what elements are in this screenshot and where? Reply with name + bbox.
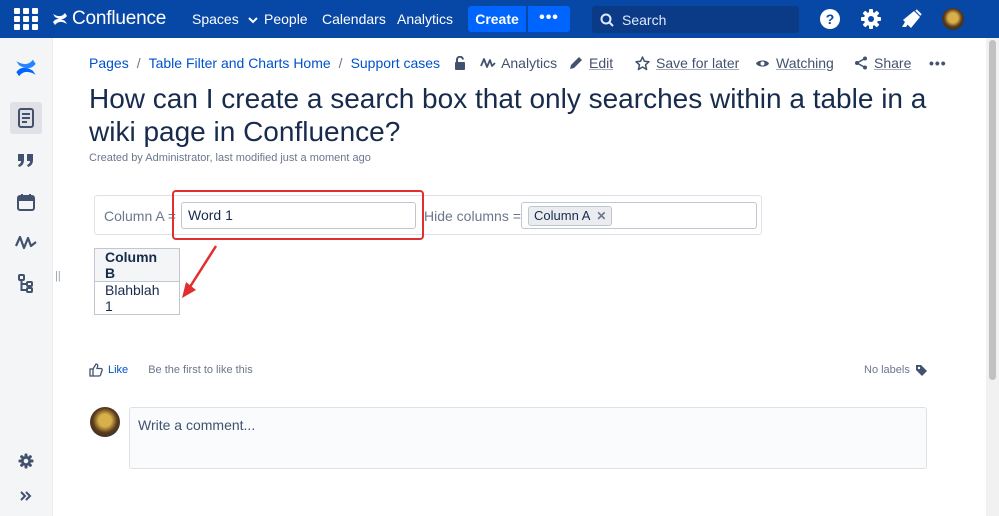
- remove-tag-icon[interactable]: ✕: [596, 207, 606, 225]
- column-a-filter-input[interactable]: Word 1: [181, 202, 416, 229]
- breadcrumb: Pages / Table Filter and Charts Home / S…: [89, 54, 557, 72]
- hide-columns-select[interactable]: Column A ✕: [521, 202, 757, 229]
- search-placeholder: Search: [622, 11, 667, 28]
- breadcrumb-separator: /: [338, 55, 343, 71]
- breadcrumb-support-cases[interactable]: Support cases: [351, 55, 441, 71]
- share-icon: [855, 56, 867, 70]
- hide-columns-label: Hide columns =: [424, 208, 521, 224]
- edit-button[interactable]: Edit: [569, 54, 613, 72]
- left-sidebar: [0, 38, 53, 516]
- analytics-label: Analytics: [501, 55, 558, 71]
- watching-button[interactable]: Watching: [755, 54, 834, 72]
- settings-gear-icon[interactable]: [859, 8, 883, 30]
- data-table: Column B Blahblah 1: [94, 248, 180, 315]
- sidebar-settings[interactable]: [10, 445, 42, 477]
- vertical-scrollbar[interactable]: [986, 38, 999, 516]
- unlock-icon[interactable]: [454, 55, 466, 71]
- no-labels-text: No labels: [864, 364, 910, 376]
- like-summary: Be the first to like this: [148, 364, 253, 376]
- confluence-logo-icon: [16, 59, 36, 77]
- page-byline: Created by Administrator, last modified …: [89, 152, 371, 164]
- table-header-row: Column B: [94, 248, 180, 282]
- search-icon: [600, 13, 614, 27]
- chevron-down-icon: [247, 17, 258, 24]
- eye-icon: [756, 60, 769, 66]
- confluence-logo-icon: [53, 13, 67, 25]
- notifications-megaphone-icon[interactable]: [900, 8, 924, 30]
- table-row: Blahblah 1: [94, 281, 180, 315]
- breadcrumb-table-filter-home[interactable]: Table Filter and Charts Home: [149, 55, 331, 71]
- save-for-later-label: Save for later: [656, 55, 740, 71]
- more-actions-label: •••: [929, 55, 947, 71]
- nav-spaces-label: Spaces: [192, 11, 239, 27]
- user-avatar[interactable]: [942, 8, 964, 30]
- app-switcher-grid-icon[interactable]: [14, 8, 38, 30]
- sidebar-analytics[interactable]: [10, 226, 42, 258]
- nav-people[interactable]: People: [264, 0, 308, 38]
- thumbs-up-icon[interactable]: [89, 363, 103, 377]
- more-actions-button[interactable]: •••: [929, 54, 947, 72]
- svg-text:?: ?: [826, 11, 835, 27]
- calendar-icon: [17, 194, 35, 211]
- annotation-arrow-icon: [182, 245, 218, 298]
- confluence-logo-text: Confluence: [72, 8, 167, 29]
- sidebar-expand[interactable]: [10, 480, 42, 512]
- settings-gear-icon: [18, 453, 34, 469]
- hide-columns-tag: Column A ✕: [528, 206, 613, 226]
- pages-icon: [18, 108, 34, 128]
- column-a-filter-label: Column A =: [104, 208, 176, 224]
- sidebar-calendar[interactable]: [10, 186, 42, 218]
- pencil-icon: [570, 57, 582, 69]
- sidebar-resize-handle[interactable]: ||: [55, 270, 61, 282]
- help-icon[interactable]: ?: [818, 8, 842, 30]
- like-link[interactable]: Like: [108, 364, 128, 376]
- hide-columns-tag-label: Column A: [534, 208, 591, 223]
- scrollbar-thumb[interactable]: [989, 40, 996, 380]
- watching-label: Watching: [776, 55, 834, 71]
- table-cell: Blahblah 1: [94, 281, 180, 315]
- expand-chevron-icon: [20, 491, 32, 501]
- page-tree-icon: [18, 274, 33, 293]
- create-more-button[interactable]: •••: [528, 6, 570, 32]
- star-icon: [635, 55, 650, 70]
- sidebar-blog[interactable]: [10, 144, 42, 176]
- analytics-link[interactable]: Analytics: [480, 55, 557, 71]
- nav-spaces[interactable]: Spaces: [192, 0, 258, 38]
- like-row: Like Be the first to like this: [89, 363, 253, 377]
- labels-row: No labels: [864, 363, 928, 377]
- create-button[interactable]: Create: [468, 6, 526, 32]
- nav-calendars[interactable]: Calendars: [322, 0, 386, 38]
- breadcrumb-separator: /: [136, 55, 141, 71]
- blog-quote-icon: [18, 154, 33, 167]
- top-navigation-bar: Confluence Spaces People Calendars Analy…: [0, 0, 999, 38]
- nav-analytics[interactable]: Analytics: [397, 0, 453, 38]
- comment-user-avatar: [90, 407, 120, 437]
- analytics-icon: [15, 235, 37, 250]
- page-title: How can I create a search box that only …: [89, 83, 927, 147]
- share-button[interactable]: Share: [854, 54, 911, 72]
- table-header-column-b[interactable]: Column B: [94, 248, 180, 282]
- breadcrumb-pages[interactable]: Pages: [89, 55, 129, 71]
- share-label: Share: [874, 55, 912, 71]
- analytics-icon: [480, 58, 496, 68]
- sidebar-pages[interactable]: [10, 102, 42, 134]
- save-for-later-button[interactable]: Save for later: [635, 54, 739, 72]
- table-filter-bar: Column A = Word 1 Hide columns = Column …: [94, 195, 762, 235]
- edit-label: Edit: [589, 55, 614, 71]
- sidebar-space-logo[interactable]: [10, 52, 42, 84]
- confluence-logo[interactable]: Confluence: [52, 7, 166, 31]
- comment-input[interactable]: Write a comment...: [129, 407, 927, 469]
- search-input[interactable]: Search: [592, 6, 799, 33]
- label-tag-icon[interactable]: [915, 364, 928, 377]
- sidebar-page-tree[interactable]: [10, 268, 42, 300]
